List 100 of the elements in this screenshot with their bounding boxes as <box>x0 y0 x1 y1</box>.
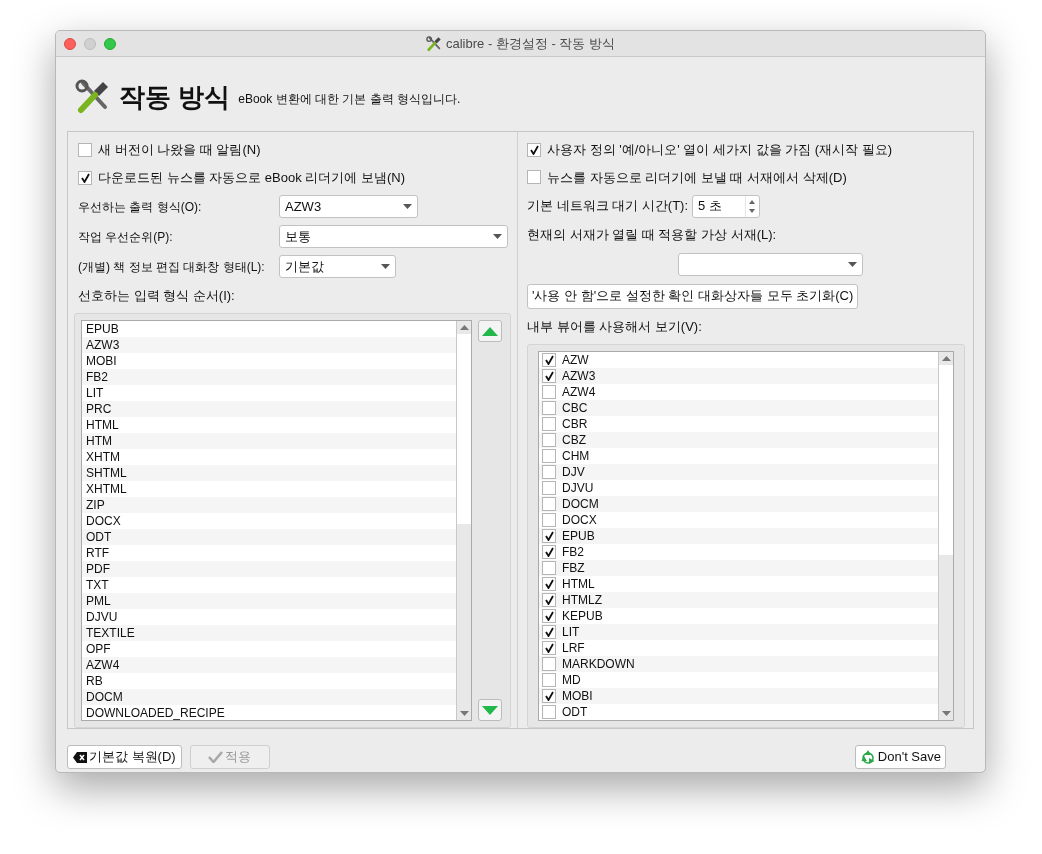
checkmark-icon <box>544 691 554 701</box>
checkbox[interactable] <box>527 170 541 185</box>
recycle-icon <box>859 749 876 765</box>
checkbox[interactable] <box>542 353 556 367</box>
tools-icon <box>426 35 442 52</box>
list-item[interactable]: EPUB <box>562 527 595 545</box>
checkbox[interactable] <box>542 465 556 479</box>
dropdown[interactable]: 기본값 <box>279 255 396 278</box>
checkbox[interactable] <box>542 673 556 687</box>
list-item[interactable]: DJVU <box>562 479 594 497</box>
checkbox[interactable] <box>542 705 556 719</box>
list-item[interactable]: MOBI <box>562 687 593 705</box>
list-item[interactable]: DOCM <box>82 689 456 705</box>
field-label: (개별) 책 정보 편집 대화창 형태(L): <box>78 259 265 274</box>
checkbox[interactable] <box>542 513 556 527</box>
scroll-down-icon[interactable] <box>941 711 951 716</box>
checkbox-label[interactable]: 뉴스를 자동으로 리더기에 보낼 때 서재에서 삭제(D) <box>547 167 847 187</box>
checkbox[interactable] <box>542 449 556 463</box>
list-item[interactable]: KEPUB <box>562 607 603 625</box>
dropdown[interactable]: AZW3 <box>279 195 418 218</box>
list-item[interactable]: SHTML <box>82 465 456 481</box>
list-item[interactable]: CBZ <box>562 431 586 449</box>
scroll-up-icon[interactable] <box>459 325 469 330</box>
dropdown[interactable] <box>678 252 863 276</box>
zoom-icon[interactable] <box>104 37 116 50</box>
list-item[interactable]: PML <box>82 593 456 609</box>
checkbox-label[interactable]: 새 버전이 나왔을 때 알림(N) <box>98 140 261 160</box>
list-item[interactable]: DOCX <box>562 511 597 529</box>
checkbox[interactable] <box>527 142 541 157</box>
checkbox[interactable] <box>542 545 556 559</box>
checkbox[interactable] <box>78 142 92 157</box>
list-item[interactable]: DJV <box>562 463 585 481</box>
list-item[interactable]: FB2 <box>82 369 456 385</box>
list-item[interactable]: HTMLZ <box>562 591 602 609</box>
list-item[interactable]: LIT <box>562 623 580 641</box>
list-item[interactable]: CBR <box>562 415 588 433</box>
spin-box[interactable]: 5 초 <box>692 194 761 218</box>
checkbox[interactable] <box>542 529 556 543</box>
list-item[interactable]: ODT <box>562 703 588 720</box>
scrollbar[interactable] <box>938 352 953 720</box>
list-item[interactable]: PDF <box>82 561 456 577</box>
checkbox[interactable] <box>542 689 556 703</box>
field-label: 선호하는 입력 형식 순서(I): <box>78 286 236 305</box>
checkbox[interactable] <box>542 433 556 447</box>
scrollbar[interactable] <box>456 321 471 720</box>
scroll-up-icon[interactable] <box>941 356 951 361</box>
dropdown[interactable]: 보통 <box>279 225 508 248</box>
checkbox-label[interactable]: 사용자 정의 '예/아니오' 열이 세가지 값을 가짐 (재시작 필요) <box>547 140 893 160</box>
delete-icon <box>73 751 87 763</box>
checkbox[interactable] <box>542 497 556 511</box>
checkbox[interactable] <box>542 401 556 415</box>
list-item[interactable]: CBC <box>562 399 588 417</box>
checkbox[interactable] <box>542 385 556 399</box>
list-item[interactable]: FBZ <box>562 559 585 577</box>
checkbox[interactable] <box>542 369 556 383</box>
dont-save-button[interactable]: Don't Save <box>854 745 946 769</box>
checkbox[interactable] <box>542 641 556 655</box>
viewer-format-list[interactable]: AZW AZW3 AZW4 CBC CBR CBZ CHM DJV DJVU DOCM DOCX EPUB FB2 FBZ HTML HTMLZ KEPUB LIT LRF MARKDOWN MD MOBI ODT <box>538 351 954 721</box>
checkbox[interactable] <box>542 417 556 431</box>
close-icon[interactable] <box>64 37 76 50</box>
field-label: 기본 네트워크 대기 시간(T): <box>527 197 689 216</box>
checkbox[interactable] <box>542 625 556 639</box>
caret-icon <box>403 204 412 209</box>
field-label: 우선하는 출력 형식(O): <box>78 199 202 214</box>
field-label: 현재의 서재가 열릴 때 적용할 가상 서재(L): <box>527 226 778 244</box>
scroll-down-icon[interactable] <box>459 711 469 716</box>
list-item[interactable]: ZIP <box>82 497 456 513</box>
window-title: calibre - 환경설정 - 작동 방식 <box>446 34 615 53</box>
checkbox[interactable] <box>542 561 556 575</box>
list-item[interactable]: LRF <box>562 639 585 657</box>
list-item[interactable]: DOCM <box>562 495 599 513</box>
list-item[interactable]: FB2 <box>562 543 584 561</box>
list-item[interactable]: HTM <box>82 433 456 449</box>
list-item[interactable]: CHM <box>562 447 590 465</box>
checkbox[interactable] <box>542 481 556 495</box>
move-down-button[interactable] <box>478 699 502 721</box>
reset-dialogs-button[interactable]: '사용 안 함'으로 설정한 확인 대화상자들 모두 초기화(C) <box>527 283 859 309</box>
list-item[interactable]: PRC <box>82 401 456 417</box>
down-arrow-icon <box>482 705 498 715</box>
list-item[interactable]: AZW4 <box>562 383 596 401</box>
list-item[interactable]: HTML <box>562 575 595 593</box>
list-item[interactable]: TEXTILE <box>82 625 456 641</box>
checkbox[interactable] <box>78 170 92 185</box>
list-item[interactable]: AZW <box>562 352 589 369</box>
checkbox[interactable] <box>542 577 556 591</box>
format-list[interactable]: EPUB AZW3 MOBI FB2 LIT PRC HTML HTM XHTM SHTML XHTML ZIP DOCX ODT RTF PDF TXT PML DJVU TEXTILE OPF AZW4 RB DOCM DOWNLOADED_RECIPE <box>81 320 472 721</box>
checkbox[interactable] <box>542 657 556 671</box>
list-item[interactable]: MD <box>562 671 581 689</box>
list-item[interactable]: ODT <box>82 529 456 545</box>
checkbox-label[interactable]: 다운로드된 뉴스를 자동으로 eBook 리더기에 보냄(N) <box>98 167 405 188</box>
checkmark-icon <box>208 751 224 763</box>
minimize-icon[interactable] <box>84 37 96 50</box>
list-item[interactable]: AZW3 <box>82 337 456 353</box>
list-item[interactable]: AZW3 <box>562 367 596 385</box>
move-up-button[interactable] <box>478 320 502 342</box>
checkbox[interactable] <box>542 609 556 623</box>
list-item[interactable]: AZW4 <box>82 657 456 673</box>
restore-defaults-button[interactable]: 기본값 복원(D) <box>67 745 182 769</box>
checkbox[interactable] <box>542 593 556 607</box>
checkmark-icon <box>529 144 539 155</box>
